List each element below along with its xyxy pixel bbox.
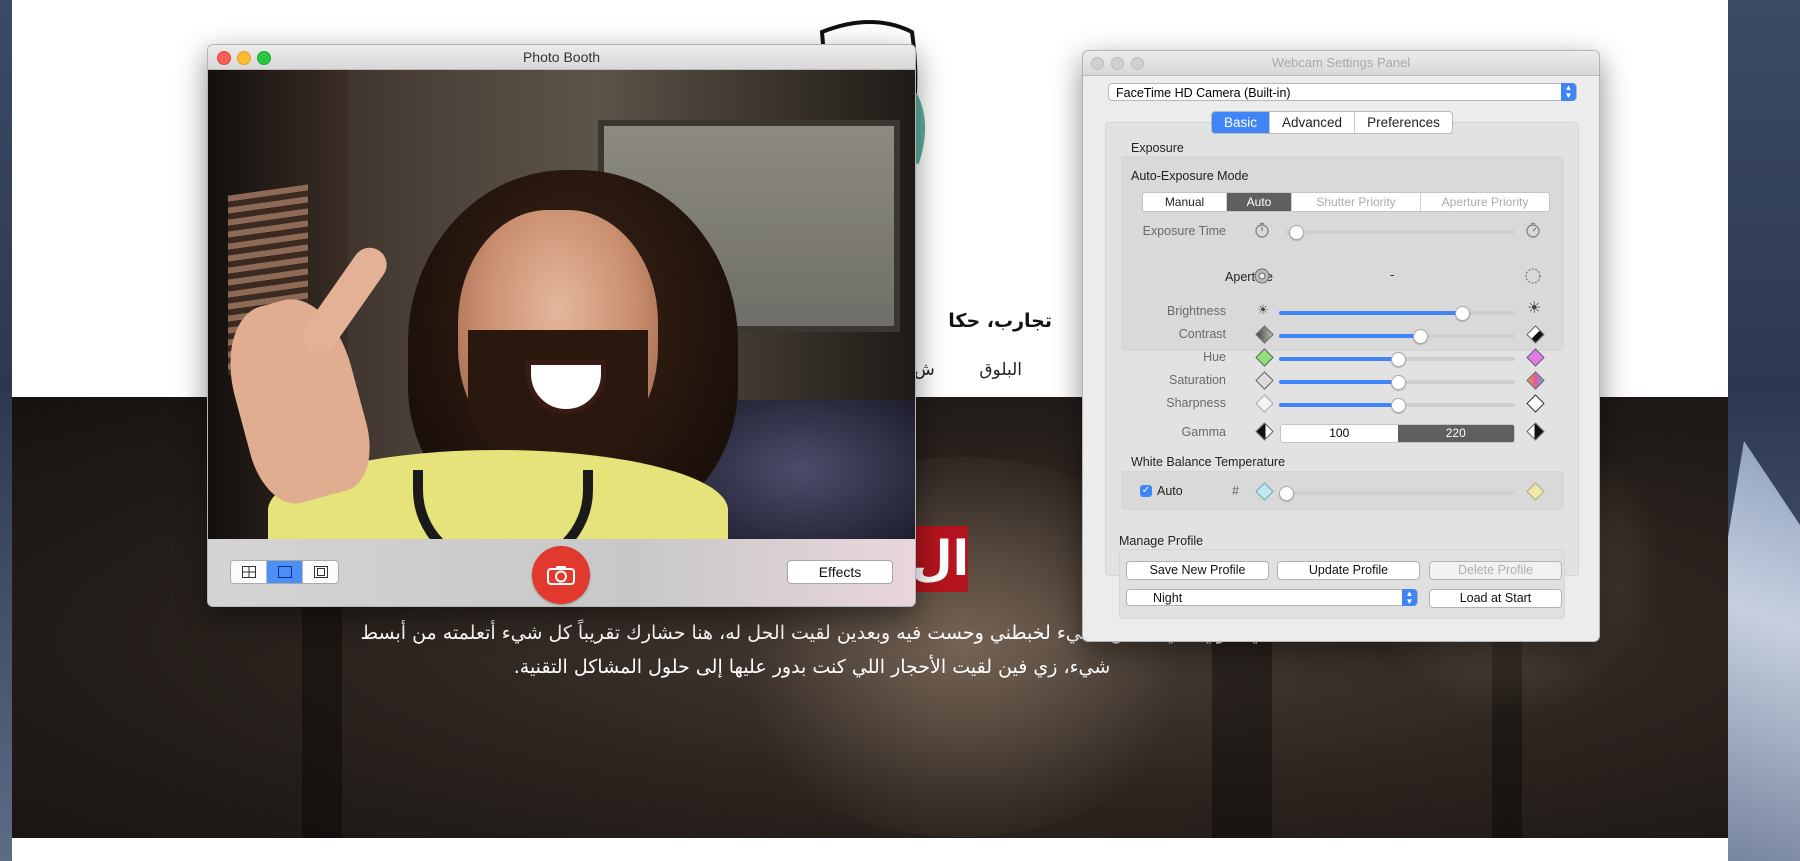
sharpness-label: Sharpness xyxy=(1166,396,1226,410)
sun-small-icon: ☀ xyxy=(1257,302,1269,317)
site-tagline: تجارب، حكا xyxy=(948,310,1052,332)
photo-booth-titlebar[interactable]: Photo Booth xyxy=(208,45,915,70)
wb-auto-label: Auto xyxy=(1157,484,1183,498)
mode-aperture-priority[interactable]: Aperture Priority xyxy=(1421,193,1549,211)
brightness-label: Brightness xyxy=(1166,304,1226,318)
mode-manual[interactable]: Manual xyxy=(1143,193,1227,211)
exposure-time-slider[interactable] xyxy=(1285,225,1515,240)
wb-auto-checkbox[interactable]: ✓ xyxy=(1140,485,1152,497)
grid-icon[interactable] xyxy=(231,561,267,583)
auto-exposure-mode-label: Auto-Exposure Mode xyxy=(1131,169,1249,183)
view-mode-selector[interactable] xyxy=(230,560,339,584)
manage-profile-group xyxy=(1119,549,1565,619)
profile-select-value: Night xyxy=(1153,591,1183,605)
hue-label: Hue xyxy=(1203,350,1226,364)
aperture-closed-icon xyxy=(1525,268,1541,284)
single-icon[interactable] xyxy=(267,561,303,583)
hue-slider[interactable] xyxy=(1279,352,1515,367)
mode-shutter-priority[interactable]: Shutter Priority xyxy=(1292,193,1421,211)
photo-booth-toolbar: Effects xyxy=(208,539,915,606)
aperture-open-icon xyxy=(1254,268,1270,284)
chevron-updown-icon: ▲ ▼ xyxy=(1561,83,1576,101)
update-profile-button[interactable]: Update Profile xyxy=(1277,561,1420,580)
manage-profile-heading: Manage Profile xyxy=(1119,534,1204,548)
nav-blog[interactable]: البلوق xyxy=(979,360,1022,380)
white-balance-knob[interactable] xyxy=(1279,486,1294,501)
sharpness-slider[interactable] xyxy=(1279,398,1515,413)
profile-select[interactable]: Night ▲ ▼ xyxy=(1126,589,1418,606)
nav-other[interactable]: ش xyxy=(914,360,935,380)
webcam-titlebar[interactable]: Webcam Settings Panel xyxy=(1083,51,1599,76)
take-photo-button[interactable] xyxy=(532,546,590,604)
photo-booth-window: Photo Booth Effects xyxy=(207,44,916,607)
stopwatch-fast-icon xyxy=(1526,222,1540,238)
tab-preferences[interactable]: Preferences xyxy=(1355,112,1452,133)
delete-profile-button[interactable]: Delete Profile xyxy=(1429,561,1562,580)
sun-large-icon: ☀ xyxy=(1527,300,1542,317)
contrast-slider[interactable] xyxy=(1279,329,1515,344)
camera-icon xyxy=(547,566,575,585)
contrast-knob[interactable] xyxy=(1412,329,1428,344)
mode-auto[interactable]: Auto xyxy=(1227,193,1292,211)
gamma-option-100[interactable]: 100 xyxy=(1281,425,1398,442)
exposure-group xyxy=(1121,156,1564,351)
brightness-slider[interactable] xyxy=(1279,306,1515,321)
saturation-label: Saturation xyxy=(1169,373,1226,387)
page-footer-strip xyxy=(12,838,1728,861)
white-balance-slider[interactable] xyxy=(1279,486,1515,501)
contrast-label: Contrast xyxy=(1178,327,1226,341)
camera-preview xyxy=(208,70,915,539)
sharpness-knob[interactable] xyxy=(1390,398,1406,413)
gamma-option-220[interactable]: 220 xyxy=(1397,425,1514,442)
hue-knob[interactable] xyxy=(1390,352,1406,367)
save-new-profile-button[interactable]: Save New Profile xyxy=(1126,561,1269,580)
white-balance-heading: White Balance Temperature xyxy=(1131,455,1286,469)
tab-advanced[interactable]: Advanced xyxy=(1270,112,1356,133)
aperture-value: - xyxy=(1390,268,1395,282)
exposure-heading: Exposure xyxy=(1131,141,1184,155)
saturation-slider[interactable] xyxy=(1279,375,1515,390)
load-at-start-button[interactable]: Load at Start xyxy=(1429,589,1562,608)
webcam-settings-window: Webcam Settings Panel FaceTime HD Camera… xyxy=(1082,50,1600,642)
exposure-time-label: Exposure Time xyxy=(1142,224,1226,238)
camera-select[interactable]: FaceTime HD Camera (Built-in) ▲ ▼ xyxy=(1108,83,1577,101)
gamma-label: Gamma xyxy=(1181,425,1226,439)
banner-badge: ال xyxy=(911,526,969,592)
saturation-knob[interactable] xyxy=(1390,375,1406,390)
filmstrip-icon[interactable] xyxy=(303,561,338,583)
banner-text-line-2: شيء، زي فين لقيت الأحجار اللي كنت بدور ع… xyxy=(513,656,1111,678)
camera-select-value: FaceTime HD Camera (Built-in) xyxy=(1116,86,1291,100)
gamma-segmented[interactable]: 100 220 xyxy=(1280,424,1515,443)
tab-basic[interactable]: Basic xyxy=(1212,112,1271,133)
window-title: Photo Booth xyxy=(522,49,601,65)
tab-bar[interactable]: Basic Advanced Preferences xyxy=(1211,111,1453,134)
wb-hash-label: # xyxy=(1232,484,1239,498)
stopwatch-icon xyxy=(1255,222,1269,238)
chevron-updown-icon: ▲ ▼ xyxy=(1402,589,1417,606)
effects-button[interactable]: Effects xyxy=(787,560,893,584)
window-title: Webcam Settings Panel xyxy=(1271,55,1411,70)
exposure-mode-segmented[interactable]: Manual Auto Shutter Priority Aperture Pr… xyxy=(1142,192,1550,212)
